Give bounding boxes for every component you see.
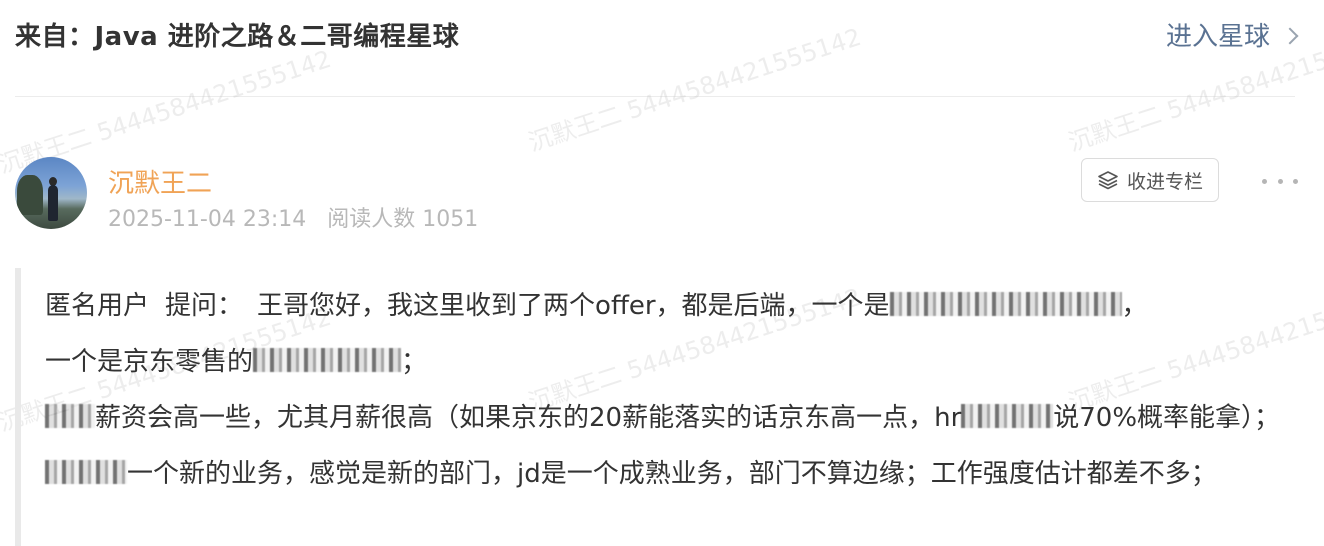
- dot: [1293, 178, 1298, 184]
- collect-to-column-button[interactable]: 收进专栏: [1081, 158, 1219, 202]
- dot: [1262, 178, 1267, 184]
- author-avatar[interactable]: [15, 157, 87, 229]
- question-text: ，: [1121, 291, 1148, 321]
- read-count: 阅读人数 1051: [327, 207, 479, 232]
- post-date: 2025-11-04 23:14: [108, 207, 307, 232]
- asker-name: 匿名用户: [45, 291, 150, 321]
- enter-planet-link[interactable]: 进入星球: [1165, 16, 1299, 53]
- dot: [1277, 178, 1283, 184]
- ask-label: 提问：: [165, 291, 244, 321]
- more-dots-icon[interactable]: [1262, 170, 1298, 192]
- redacted-text: [961, 403, 1054, 428]
- page-header: 来自：Java 进阶之路＆二哥编程星球 进入星球: [0, 0, 1324, 70]
- question-text: 一个是京东零售的: [45, 347, 254, 377]
- redacted-text: [889, 291, 1122, 316]
- quote-bar: [15, 268, 21, 546]
- question-text: ；: [401, 347, 428, 377]
- source-title: 来自：Java 进阶之路＆二哥编程星球: [15, 22, 460, 52]
- header-divider: [15, 96, 1295, 97]
- question-body: 匿名用户 提问： 王哥您好，我这里收到了两个offer，都是后端，一个是 ， 一个是京…: [45, 278, 1295, 502]
- author-name[interactable]: 沉默王二: [108, 163, 212, 200]
- post-meta: 2025-11-04 23:14 阅读人数 1051: [108, 201, 492, 233]
- avatar-person-shape: [48, 185, 58, 221]
- question-text: 一个新的业务，感觉是新的部门，jd是一个成熟业务，部门不算边缘；工作强度估计都差…: [127, 459, 1217, 489]
- question-text: 薪资会高一些，尤其月薪很高（如果京东的20薪能落实的话京东高一点，hr: [95, 403, 962, 433]
- avatar-tree-shape: [17, 175, 43, 215]
- redacted-text: [45, 459, 127, 484]
- collect-button-label: 收进专栏: [1126, 170, 1203, 193]
- enter-planet-label: 进入星球: [1165, 22, 1270, 52]
- chevron-right-icon: [1281, 27, 1299, 44]
- redacted-text: [45, 403, 95, 428]
- question-text: 王哥您好，我这里收到了两个offer，都是后端，一个是: [257, 291, 890, 321]
- redacted-text: [253, 347, 402, 372]
- question-text: 说70%概率能拿）；: [1053, 403, 1281, 433]
- layers-icon: [1098, 171, 1118, 190]
